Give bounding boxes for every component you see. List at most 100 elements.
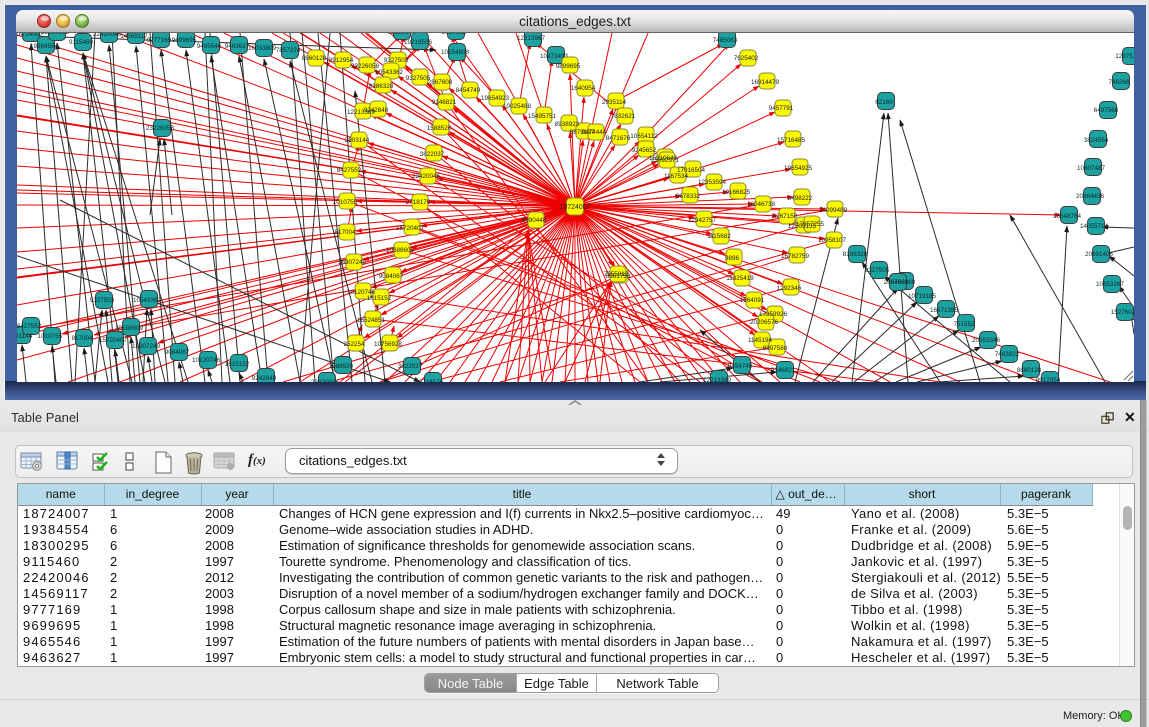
svg-text:19654923: 19654923 bbox=[481, 95, 510, 102]
svg-text:9084067: 9084067 bbox=[165, 349, 190, 356]
svg-text:9084067: 9084067 bbox=[379, 273, 404, 280]
svg-text:9777169: 9777169 bbox=[147, 37, 172, 44]
svg-text:8990448: 8990448 bbox=[522, 217, 547, 224]
svg-text:20053346: 20053346 bbox=[972, 337, 1001, 344]
svg-text:10120746: 10120746 bbox=[192, 357, 221, 364]
svg-text:16033809: 16033809 bbox=[248, 45, 277, 52]
svg-text:1167534: 1167534 bbox=[664, 173, 689, 180]
svg-text:15692971: 15692971 bbox=[651, 157, 680, 164]
svg-text:1615152: 1615152 bbox=[367, 295, 392, 302]
svg-text:10025488: 10025488 bbox=[503, 103, 532, 110]
svg-text:23226058: 23226058 bbox=[146, 125, 175, 132]
svg-text:8860128: 8860128 bbox=[1017, 367, 1042, 374]
svg-text:14055714: 14055714 bbox=[1080, 223, 1109, 230]
svg-text:9896: 9896 bbox=[725, 255, 740, 262]
svg-text:9115460: 9115460 bbox=[69, 39, 94, 46]
svg-text:9242848: 9242848 bbox=[252, 375, 277, 382]
svg-text:16046738: 16046738 bbox=[747, 201, 776, 208]
svg-text:2718176: 2718176 bbox=[419, 379, 444, 382]
svg-text:10958107: 10958107 bbox=[818, 237, 847, 244]
svg-text:2935114: 2935114 bbox=[602, 99, 627, 106]
svg-text:19384554: 19384554 bbox=[30, 43, 59, 50]
svg-text:7463822: 7463822 bbox=[995, 351, 1020, 358]
svg-text:1588520: 1588520 bbox=[329, 363, 354, 370]
svg-text:16524851: 16524851 bbox=[357, 317, 386, 324]
svg-text:1640954: 1640954 bbox=[571, 85, 596, 92]
svg-text:746266: 746266 bbox=[1108, 79, 1130, 86]
svg-text:1527602: 1527602 bbox=[1111, 309, 1134, 316]
svg-text:7955812: 7955812 bbox=[604, 271, 629, 278]
svg-text:10756928: 10756928 bbox=[374, 341, 403, 348]
svg-text:10543362: 10543362 bbox=[375, 69, 404, 76]
svg-text:1588520: 1588520 bbox=[427, 125, 452, 132]
svg-text:8938923: 8938923 bbox=[555, 121, 580, 128]
svg-text:12942757: 12942757 bbox=[688, 217, 717, 224]
svg-text:8912954: 8912954 bbox=[1036, 377, 1061, 382]
svg-text:18907249: 18907249 bbox=[132, 343, 161, 350]
svg-text:9474444: 9474444 bbox=[582, 129, 607, 136]
svg-text:17957255: 17957255 bbox=[796, 221, 825, 228]
svg-text:15720407: 15720407 bbox=[396, 225, 425, 232]
svg-text:16648784: 16648784 bbox=[1053, 213, 1082, 220]
svg-text:18907249: 18907249 bbox=[338, 259, 367, 266]
svg-text:7832621: 7832621 bbox=[611, 113, 636, 120]
svg-text:9457791: 9457791 bbox=[769, 105, 794, 112]
svg-text:19654925: 19654925 bbox=[784, 165, 813, 172]
svg-text:2803144: 2803144 bbox=[17, 333, 33, 340]
svg-text:252254: 252254 bbox=[343, 341, 365, 348]
svg-text:18724007: 18724007 bbox=[559, 204, 590, 211]
svg-text:23420046: 23420046 bbox=[412, 173, 441, 180]
svg-text:20206576: 20206576 bbox=[750, 319, 779, 326]
svg-text:1145194: 1145194 bbox=[748, 337, 773, 344]
svg-text:2718176: 2718176 bbox=[406, 199, 431, 206]
svg-text:9327505: 9327505 bbox=[865, 267, 890, 274]
svg-text:9899695: 9899695 bbox=[556, 63, 581, 70]
svg-text:2867608: 2867608 bbox=[428, 79, 453, 86]
svg-text:10653267: 10653267 bbox=[1096, 281, 1125, 288]
svg-text:7857224: 7857224 bbox=[276, 47, 301, 54]
svg-text:18724007: 18724007 bbox=[17, 33, 43, 38]
svg-text:9146821: 9146821 bbox=[432, 99, 457, 106]
svg-text:2803144: 2803144 bbox=[345, 137, 370, 144]
svg-text:751552: 751552 bbox=[953, 321, 975, 328]
svg-text:8427552: 8427552 bbox=[17, 323, 42, 330]
svg-text:11325419: 11325419 bbox=[726, 275, 754, 282]
svg-text:1010755: 1010755 bbox=[333, 199, 358, 206]
svg-text:3822037: 3822037 bbox=[420, 151, 445, 158]
svg-text:8186328: 8186328 bbox=[843, 251, 868, 258]
svg-text:9146821: 9146821 bbox=[771, 367, 796, 374]
svg-text:19166825: 19166825 bbox=[722, 189, 751, 196]
svg-text:9327503: 9327503 bbox=[384, 57, 409, 64]
svg-text:1010755: 1010755 bbox=[38, 333, 63, 340]
svg-text:22420046: 22420046 bbox=[93, 33, 122, 38]
svg-text:15720407: 15720407 bbox=[99, 337, 128, 344]
svg-text:15495751: 15495751 bbox=[528, 113, 557, 120]
svg-text:10543362: 10543362 bbox=[133, 297, 162, 304]
svg-text:1564091: 1564091 bbox=[740, 297, 765, 304]
svg-text:9465546: 9465546 bbox=[197, 43, 222, 50]
svg-text:8860128: 8860128 bbox=[302, 55, 327, 62]
svg-text:12213967: 12213967 bbox=[517, 35, 546, 42]
svg-text:8813054: 8813054 bbox=[388, 33, 413, 36]
svg-text:8498222: 8498222 bbox=[788, 195, 813, 202]
svg-text:3822037: 3822037 bbox=[398, 363, 423, 370]
svg-text:17359926: 17359926 bbox=[759, 311, 788, 318]
svg-text:20364436: 20364436 bbox=[1076, 193, 1105, 200]
svg-text:20691406: 20691406 bbox=[1085, 251, 1114, 258]
svg-text:6497568: 6497568 bbox=[1094, 107, 1119, 114]
svg-text:62160: 62160 bbox=[875, 99, 893, 106]
svg-text:8471676: 8471676 bbox=[606, 135, 631, 142]
svg-text:10654112: 10654112 bbox=[630, 133, 658, 140]
svg-text:1292346: 1292346 bbox=[777, 285, 802, 292]
svg-text:8454749: 8454749 bbox=[728, 363, 753, 370]
svg-text:10154808: 10154808 bbox=[441, 49, 470, 56]
svg-text:16671385: 16671385 bbox=[930, 307, 959, 314]
svg-text:19218506: 19218506 bbox=[404, 39, 433, 46]
svg-text:2087682: 2087682 bbox=[442, 33, 467, 36]
svg-text:9327503: 9327503 bbox=[90, 297, 115, 304]
svg-text:7485063: 7485063 bbox=[713, 37, 738, 44]
svg-text:10688609: 10688609 bbox=[115, 325, 144, 332]
svg-text:9397588: 9397588 bbox=[763, 345, 788, 352]
svg-text:15716485: 15716485 bbox=[777, 137, 806, 144]
svg-text:817004: 817004 bbox=[334, 229, 356, 236]
